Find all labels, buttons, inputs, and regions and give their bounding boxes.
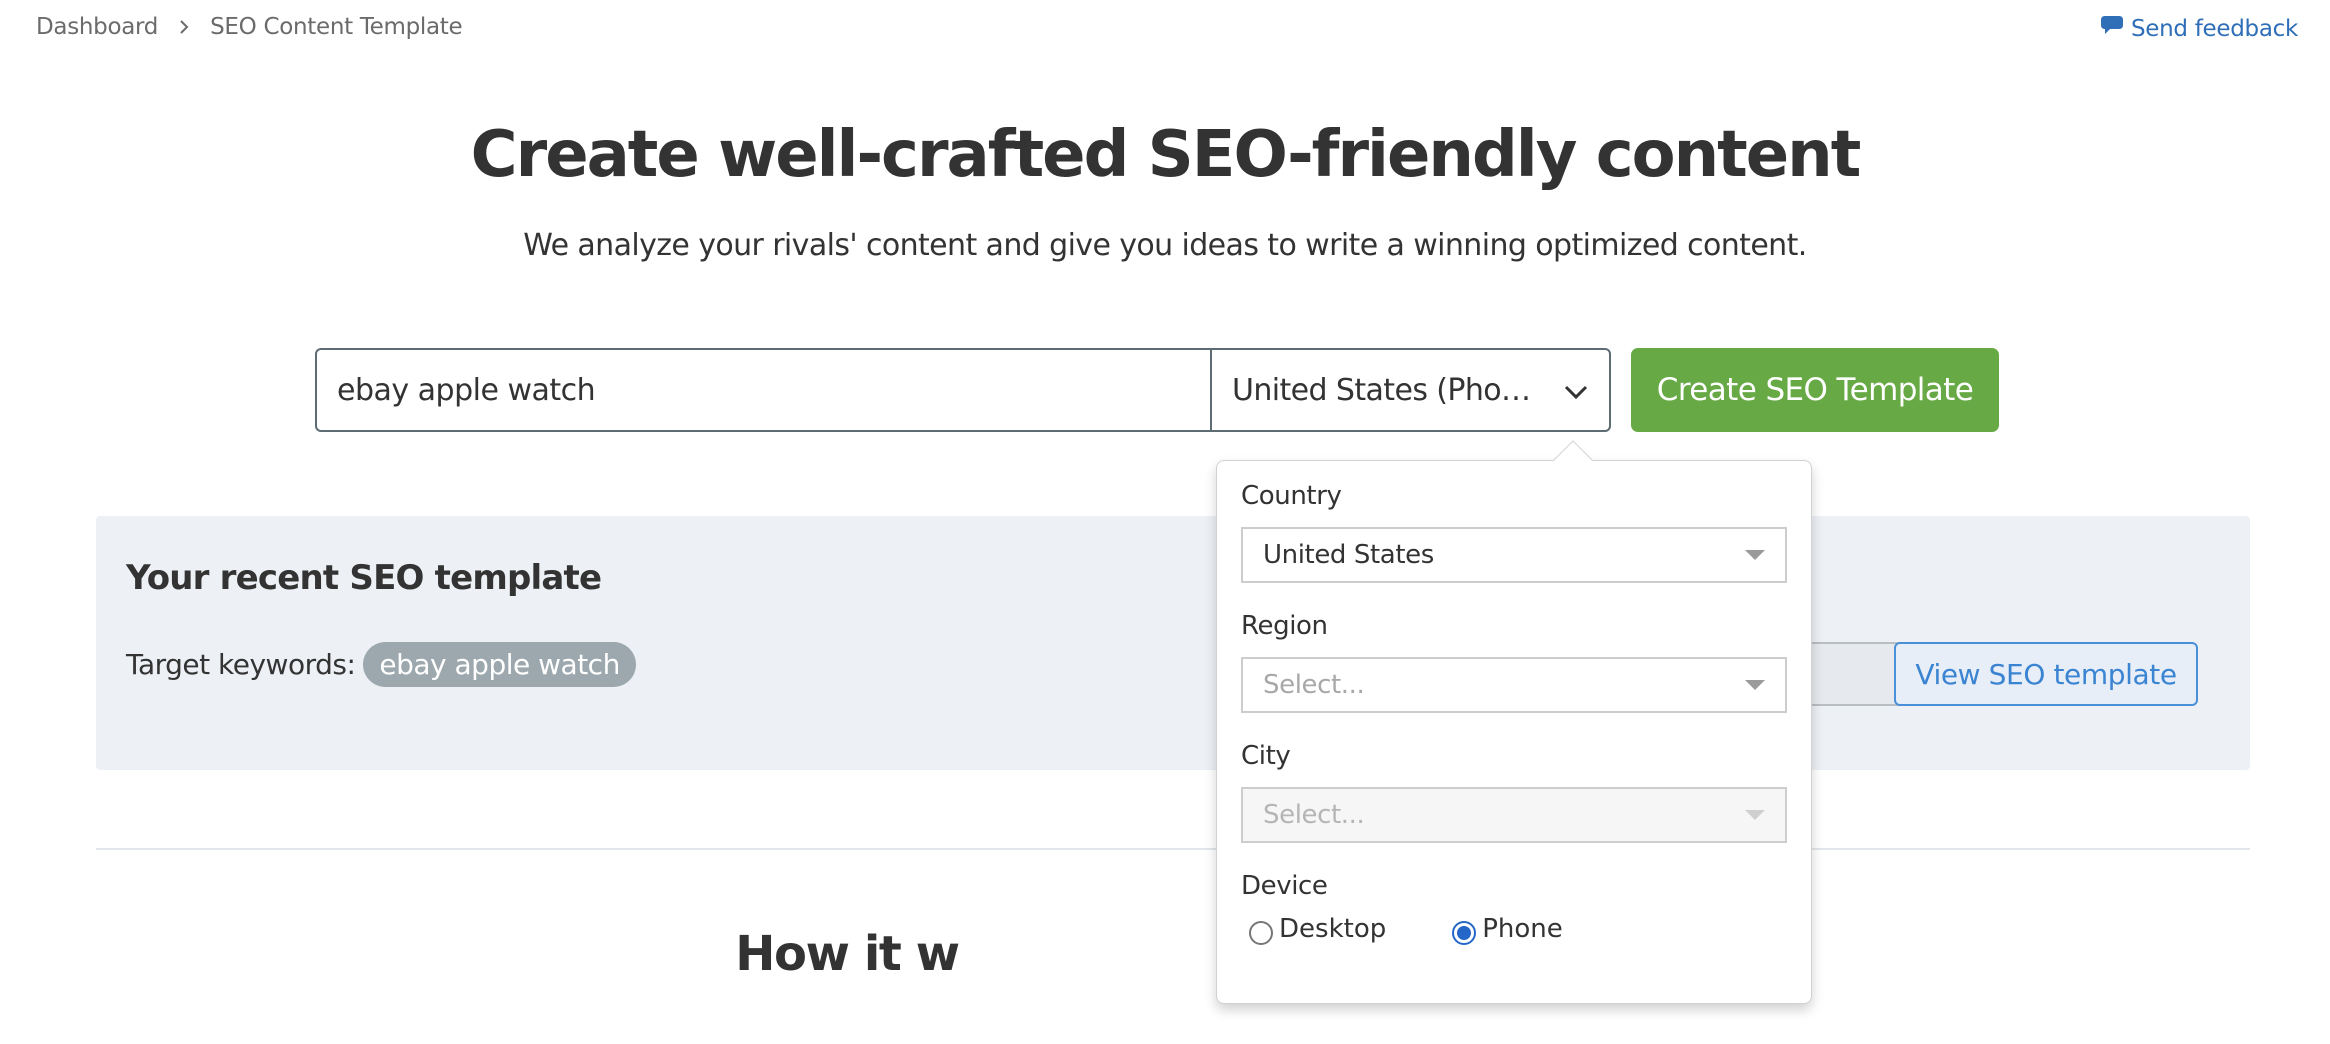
recent-template-title: Your recent SEO template <box>126 558 602 598</box>
country-label: Country <box>1241 481 1342 511</box>
send-feedback-link[interactable]: Send feedback <box>2099 14 2298 44</box>
device-radio-group: Desktop Phone <box>1249 913 1629 945</box>
how-it-works-title: How it w <box>0 926 2330 982</box>
section-divider <box>96 848 2250 850</box>
region-select-placeholder: Select... <box>1263 670 1365 700</box>
device-desktop-label: Desktop <box>1279 914 1387 944</box>
city-select[interactable]: Select... <box>1241 787 1787 843</box>
breadcrumb-current-page: SEO Content Template <box>210 14 463 40</box>
breadcrumb-dashboard-link[interactable]: Dashboard <box>36 14 158 40</box>
page-subtitle: We analyze your rivals' content and give… <box>523 228 1807 263</box>
region-select[interactable]: Select... <box>1241 657 1787 713</box>
country-select[interactable]: United States <box>1241 527 1787 583</box>
view-seo-template-button[interactable]: View SEO template <box>1894 642 2198 706</box>
chevron-down-icon <box>1563 373 1589 408</box>
chevron-right-icon <box>178 19 190 35</box>
target-keywords-label: Target keywords: <box>126 648 356 681</box>
device-phone-label: Phone <box>1482 914 1563 944</box>
country-select-value: United States <box>1263 540 1434 570</box>
keyword-chip: ebay apple watch <box>363 642 636 687</box>
how-it-works-title-text: How it w <box>735 926 960 982</box>
send-feedback-label: Send feedback <box>2131 16 2298 42</box>
device-radio-desktop[interactable]: Desktop <box>1249 913 1386 945</box>
device-label: Device <box>1241 871 1328 901</box>
city-select-placeholder: Select... <box>1263 800 1365 830</box>
popover-arrow <box>1553 440 1593 480</box>
speech-bubble-icon <box>2099 14 2131 44</box>
recent-template-panel: Your recent SEO template Target keywords… <box>96 516 2250 770</box>
region-label: Region <box>1241 611 1328 641</box>
caret-down-icon <box>1745 680 1765 690</box>
keyword-input[interactable] <box>315 348 1210 432</box>
create-seo-template-button[interactable]: Create SEO Template <box>1631 348 1999 432</box>
caret-down-icon <box>1745 550 1765 560</box>
device-radio-phone[interactable]: Phone <box>1452 913 1563 945</box>
target-keywords: Target keywords: ebay apple watch <box>126 642 636 687</box>
database-select-value: United States (Pho… <box>1232 372 1531 408</box>
location-settings-popover: Country United States Region Select... C… <box>1216 440 1812 1004</box>
database-select[interactable]: United States (Pho… <box>1210 348 1611 432</box>
page-title: Create well-crafted SEO-friendly content <box>470 118 1862 192</box>
seo-template-form: United States (Pho… Create SEO Template <box>315 348 1999 432</box>
breadcrumb: Dashboard SEO Content Template <box>36 14 463 40</box>
radio-unchecked-icon <box>1249 921 1273 945</box>
caret-down-icon <box>1745 810 1765 820</box>
city-label: City <box>1241 741 1291 771</box>
radio-checked-icon <box>1452 921 1477 945</box>
